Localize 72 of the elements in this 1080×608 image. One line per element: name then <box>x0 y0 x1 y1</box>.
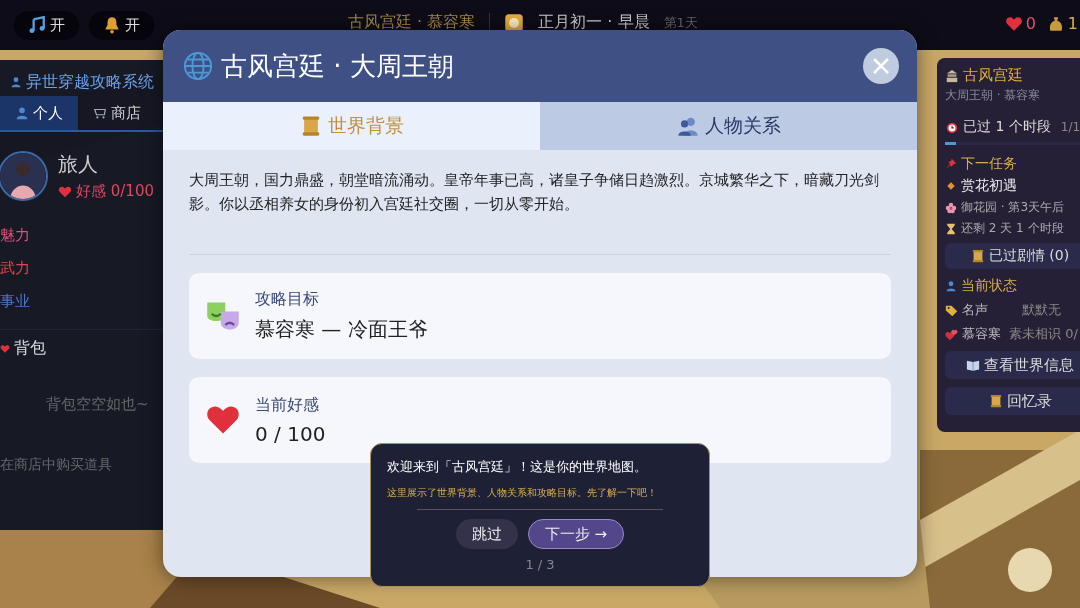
stat-label: 武力 <box>0 259 31 278</box>
people-icon <box>676 115 699 137</box>
heart-icon <box>58 184 72 199</box>
heart-icon <box>1004 14 1023 33</box>
flower-icon <box>945 201 957 214</box>
person-icon <box>10 76 22 88</box>
globe-icon <box>183 51 213 81</box>
task-place: 御花园 · 第3天午后 <box>961 199 1065 216</box>
scroll-icon <box>988 394 1003 408</box>
sun-icon <box>504 12 525 33</box>
status-label: 名声 <box>962 301 988 319</box>
cart-icon <box>93 106 107 120</box>
heart-icon <box>0 343 10 354</box>
status-value: 素未相识 0/ <box>1009 325 1078 343</box>
world-subtitle: 大周王朝 · 慕容寒 <box>945 87 1042 104</box>
tutorial-title: 欢迎来到「古风宫廷」！这是你的世界地图。 <box>387 458 647 476</box>
panel-tab[interactable]: 商店 <box>78 96 156 130</box>
history-button[interactable]: 已过剧情 (0) <box>945 243 1080 269</box>
money-count: 1 <box>1067 14 1078 33</box>
heart-count: 0 <box>1025 14 1036 33</box>
step-counter: 1 / 3 <box>525 557 555 572</box>
panel-button[interactable]: 回忆录 <box>945 387 1080 415</box>
sound-toggle[interactable]: 开 <box>89 10 154 40</box>
card-value: 0 / 100 <box>255 421 326 446</box>
tutorial-text: 这里展示了世界背景、人物关系和攻略目标。先了解一下吧！ <box>387 486 657 500</box>
task-remaining: 还剩 2 天 1 个时段 <box>961 220 1064 237</box>
scroll-icon <box>970 249 985 263</box>
diamond-icon <box>945 180 957 192</box>
bell-icon <box>103 16 121 34</box>
stat-label: 魅力 <box>0 226 31 245</box>
alarm-clock-icon <box>945 120 959 134</box>
hourglass-icon <box>945 222 957 235</box>
date-label: 正月初一 · 早晨 <box>538 12 650 33</box>
status-value: 默默无 <box>1022 301 1061 319</box>
panel-button[interactable]: 查看世界信息 <box>945 351 1080 379</box>
world-description: 大周王朝，国力鼎盛，朝堂暗流涌动。皇帝年事已高，诸皇子争储日趋激烈。京城繁华之下，暗藏刀光剑影。你以丞相养女的身份初入宫廷社交圈，一切从零开始。 <box>189 171 880 214</box>
dialog-tab[interactable]: 人物关系 <box>540 102 917 150</box>
favor-label: 好感 0/100 <box>76 182 154 201</box>
world-name: 古风宫廷 · 慕容寒 <box>348 12 476 33</box>
shop-hint: 在商店中购买道具 <box>0 456 113 474</box>
skip-button[interactable]: 跳过 <box>455 519 518 549</box>
panel-title: 异世穿越攻略系统 <box>26 71 154 93</box>
status-heading: 当前状态 <box>961 277 1017 295</box>
person-icon <box>945 280 957 292</box>
close-icon <box>871 56 891 76</box>
dialog-title: 古风宫廷 · 大周王朝 <box>221 49 455 83</box>
task-heading: 下一任务 <box>961 155 1017 173</box>
two-hearts-icon <box>945 327 958 341</box>
person-icon <box>15 106 29 120</box>
time-count: 1/1 <box>1060 120 1080 134</box>
task-name: 赏花初遇 <box>961 177 1017 195</box>
card-value: 慕容寒 — 冷面王爷 <box>255 316 428 343</box>
bag-title: 背包 <box>14 338 46 359</box>
book-icon <box>966 358 980 372</box>
day-label: 第1天 <box>663 13 698 32</box>
status-label: 慕容寒 <box>962 325 1001 343</box>
pushpin-icon <box>945 158 957 170</box>
player-name: 旅人 <box>58 151 99 178</box>
next-button[interactable]: 下一步 → <box>527 519 625 549</box>
sound-toggle[interactable]: 开 <box>14 10 79 40</box>
stat-label: 事业 <box>0 292 31 311</box>
close-button[interactable] <box>863 48 899 84</box>
temple-icon <box>945 68 959 83</box>
empty-bag-text: 背包空空如也~ <box>46 395 150 414</box>
tag-icon <box>945 303 958 317</box>
card-label: 攻略目标 <box>255 289 320 310</box>
time-label: 已过 1 个时段 <box>963 118 1051 136</box>
panel-tab[interactable]: 个人 <box>0 96 78 130</box>
music-note-icon <box>28 16 46 34</box>
avatar-icon <box>0 151 48 201</box>
world-title: 古风宫廷 <box>963 66 1023 85</box>
card-label: 当前好感 <box>255 394 320 416</box>
